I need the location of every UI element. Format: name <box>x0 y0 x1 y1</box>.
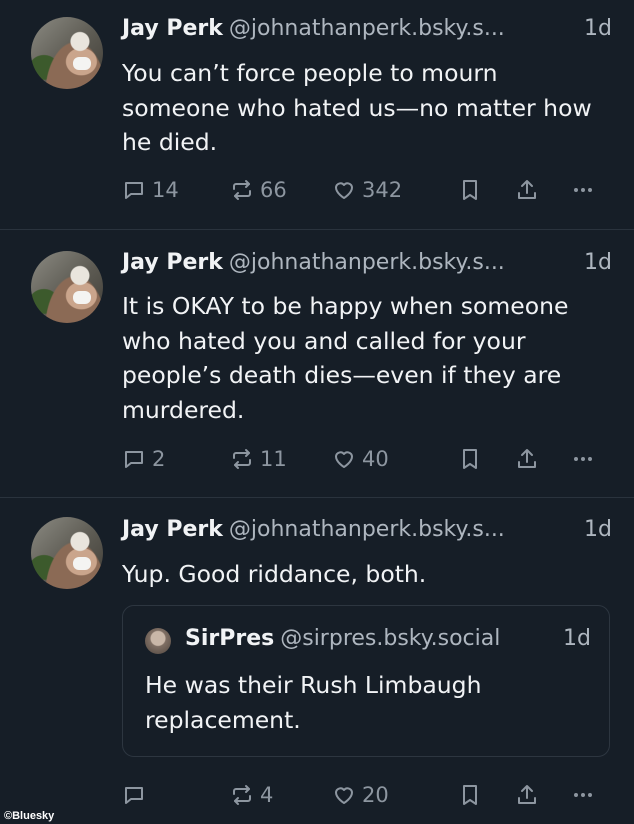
like-count: 40 <box>362 447 389 471</box>
post-actions: 14 66 342 <box>0 175 634 205</box>
like-icon <box>335 182 353 199</box>
repost-count: 4 <box>260 783 274 807</box>
bookmark-icon <box>463 180 477 200</box>
quoted-author-handle: @sirpres.bsky.social <box>280 626 501 651</box>
bookmark-button[interactable] <box>458 780 482 810</box>
bluesky-watermark: ©Bluesky <box>4 810 55 822</box>
post-2[interactable]: Jay Perk @johnathanperk.bsky.s... 1d It i… <box>0 230 634 497</box>
share-button[interactable] <box>515 780 539 810</box>
like-button[interactable]: 40 <box>332 444 389 474</box>
quoted-text: He was their Rush Limbaugh replacement. <box>145 671 482 734</box>
reply-button[interactable] <box>122 780 152 810</box>
share-icon <box>518 180 536 199</box>
quoted-header: SirPres @sirpres.bsky.social <box>185 626 500 651</box>
more-button[interactable] <box>571 780 595 810</box>
repost-count: 66 <box>260 178 287 202</box>
avatar[interactable] <box>31 517 103 589</box>
bookmark-button[interactable] <box>458 175 482 205</box>
author-name[interactable]: Jay Perk <box>122 250 223 275</box>
share-icon <box>518 785 536 804</box>
bookmark-icon <box>463 449 477 469</box>
reply-button[interactable]: 2 <box>122 444 165 474</box>
reply-count: 2 <box>152 447 166 471</box>
avatar[interactable] <box>31 17 103 89</box>
quoted-time: 1d <box>563 626 591 651</box>
reply-button[interactable]: 14 <box>122 175 179 205</box>
avatar-mask-detail <box>73 557 91 570</box>
post-actions: 4 20 <box>0 780 634 810</box>
more-icon <box>574 457 592 461</box>
more-button[interactable] <box>571 444 595 474</box>
avatar-mask-detail <box>73 57 91 70</box>
post-text: Yup. Good riddance, both. <box>122 560 427 588</box>
author-handle[interactable]: @johnathanperk.bsky.s... <box>229 16 505 41</box>
post-time[interactable]: 1d <box>584 517 612 542</box>
quoted-avatar <box>145 628 171 654</box>
like-button[interactable]: 20 <box>332 780 389 810</box>
author-handle[interactable]: @johnathanperk.bsky.s... <box>229 517 505 542</box>
share-button[interactable] <box>515 444 539 474</box>
more-button[interactable] <box>571 175 595 205</box>
post-text: You can’t force people to mourn someone … <box>122 59 592 156</box>
bookmark-button[interactable] <box>458 444 482 474</box>
repost-count: 11 <box>260 447 287 471</box>
more-icon <box>574 793 592 797</box>
like-button[interactable]: 342 <box>332 175 402 205</box>
like-icon <box>335 451 353 468</box>
post-1[interactable]: Jay Perk @johnathanperk.bsky.s... 1d You … <box>0 0 634 229</box>
reply-icon <box>125 182 143 199</box>
post-actions: 2 11 40 <box>0 444 634 474</box>
reply-icon <box>125 787 143 804</box>
quoted-post[interactable]: SirPres @sirpres.bsky.social 1d He was th… <box>122 605 610 757</box>
repost-button[interactable]: 4 <box>230 780 273 810</box>
post-time[interactable]: 1d <box>584 16 612 41</box>
repost-icon <box>233 180 251 200</box>
like-count: 342 <box>362 178 403 202</box>
repost-icon <box>233 449 251 469</box>
bookmark-icon <box>463 785 477 805</box>
post-text: It is OKAY to be happy when someone who … <box>122 292 569 424</box>
like-count: 20 <box>362 783 389 807</box>
share-icon <box>518 449 536 468</box>
author-name[interactable]: Jay Perk <box>122 16 223 41</box>
post-header: Jay Perk @johnathanperk.bsky.s... <box>122 517 505 553</box>
avatar-mask-detail <box>73 291 91 304</box>
more-icon <box>574 188 592 192</box>
reply-count: 14 <box>152 178 179 202</box>
repost-button[interactable]: 11 <box>230 444 287 474</box>
repost-icon <box>233 785 251 805</box>
avatar[interactable] <box>31 251 103 323</box>
post-header: Jay Perk @johnathanperk.bsky.s... <box>122 250 505 286</box>
author-name[interactable]: Jay Perk <box>122 517 223 542</box>
reply-icon <box>125 451 143 468</box>
post-time[interactable]: 1d <box>584 250 612 275</box>
repost-button[interactable]: 66 <box>230 175 287 205</box>
share-button[interactable] <box>515 175 539 205</box>
like-icon <box>335 787 353 804</box>
author-handle[interactable]: @johnathanperk.bsky.s... <box>229 250 505 275</box>
quoted-author-name: SirPres <box>185 626 275 651</box>
post-header: Jay Perk @johnathanperk.bsky.s... <box>122 16 505 52</box>
